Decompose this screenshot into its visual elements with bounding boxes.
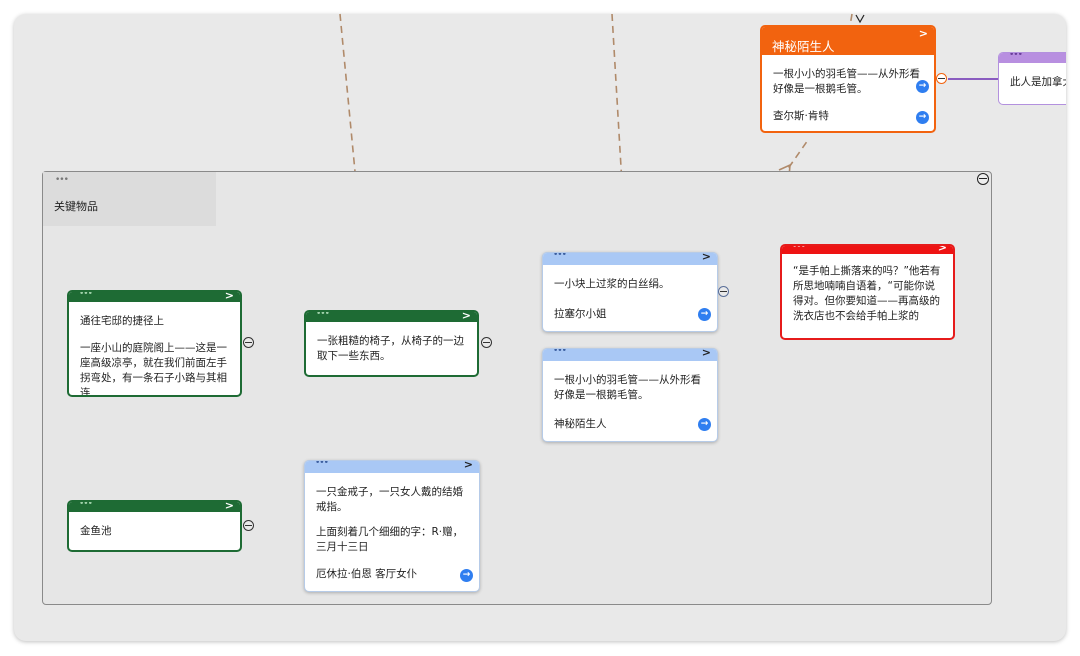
go-arrow-icon[interactable]: → — [460, 569, 473, 582]
card-menu-icon[interactable]: ••• — [553, 349, 567, 356]
card-silk[interactable]: ••• > 一小块上过浆的白丝绢。 拉塞尔小姐 → — [542, 252, 718, 332]
card-text: 一小块上过浆的白丝绢。 — [554, 278, 670, 290]
card-header: ••• > — [306, 312, 477, 322]
card-stranger[interactable]: 神秘陌生人 > 一根小小的羽毛管——从外形看好像是一根鹅毛管。 → 查尔斯·肯特… — [760, 25, 936, 133]
chevron-right-icon[interactable]: > — [702, 349, 711, 359]
card-reference[interactable]: 厄休拉·伯恩 客厅女仆 — [316, 566, 417, 581]
go-arrow-icon[interactable]: → — [698, 418, 711, 431]
chevron-right-icon[interactable]: > — [919, 27, 928, 40]
chevron-right-icon[interactable]: > — [225, 292, 234, 302]
group-menu-icon[interactable]: ••• — [55, 175, 69, 185]
go-arrow-icon[interactable]: → — [698, 308, 711, 321]
go-arrow-icon[interactable]: → — [916, 80, 929, 93]
chevron-right-icon[interactable]: > — [938, 246, 947, 254]
card-shortcut[interactable]: ••• > 通往宅邸的捷径上 一座小山的庭院阁上——这是一座高级凉亭，就在我们前… — [67, 290, 242, 397]
port-collapse-icon[interactable] — [243, 337, 254, 348]
card-menu-icon[interactable]: ••• — [792, 246, 806, 252]
card-menu-icon[interactable]: ••• — [553, 253, 567, 260]
port-collapse-icon[interactable] — [718, 286, 729, 297]
card-menu-icon[interactable]: ••• — [1009, 53, 1023, 60]
card-text: 通往宅邸的捷径上 — [80, 315, 164, 327]
port-collapse-icon[interactable] — [481, 337, 492, 348]
card-reference[interactable]: 查尔斯·肯特 — [773, 108, 829, 123]
card-text: 一根小小的羽毛管——从外形看好像是一根鹅毛管。 — [554, 374, 701, 401]
card-text: 此人是加拿大 — [1010, 76, 1066, 88]
card-title: 神秘陌生人 — [772, 39, 835, 54]
card-header: ••• > — [69, 292, 240, 302]
chevron-right-icon[interactable]: > — [702, 253, 711, 263]
port-collapse-icon[interactable] — [936, 73, 947, 84]
card-menu-icon[interactable]: ••• — [79, 502, 93, 509]
port-collapse-icon[interactable] — [243, 520, 254, 531]
card-canada[interactable]: ••• 此人是加拿大 — [998, 52, 1066, 105]
card-ring[interactable]: ••• > 一只金戒子，一只女人戴的结婚戒指。 上面刻着几个细细的字：R·赠，三… — [304, 460, 480, 592]
card-header: ••• > — [69, 502, 240, 512]
card-reference[interactable]: 神秘陌生人 — [554, 416, 607, 431]
card-quote[interactable]: ••• > “是手帕上撕落来的吗？”他若有所思地喃喃自语着，“可能你说得对。但你… — [780, 244, 955, 340]
card-chair[interactable]: ••• > 一张粗糙的椅子，从椅子的一边取下一些东西。 — [304, 310, 479, 377]
card-header: ••• > — [782, 246, 953, 254]
card-pond[interactable]: ••• > 金鱼池 — [67, 500, 242, 552]
card-header: ••• — [999, 53, 1066, 63]
card-menu-icon[interactable]: ••• — [316, 312, 330, 319]
card-text: 一张粗糙的椅子，从椅子的一边取下一些东西。 — [317, 335, 464, 362]
go-arrow-icon[interactable]: → — [916, 111, 929, 124]
card-header: ••• > — [543, 349, 717, 361]
card-header: ••• > — [305, 461, 479, 473]
card-menu-icon[interactable]: ••• — [79, 292, 93, 299]
card-text: “是手帕上撕落来的吗？”他若有所思地喃喃自语着，“可能你说得对。但你要知道——再… — [793, 265, 941, 322]
card-text: 一根小小的羽毛管——从外形看好像是一根鹅毛管。 — [773, 68, 920, 95]
card-header: 神秘陌生人 > — [762, 27, 934, 55]
group-collapse-icon[interactable] — [977, 173, 989, 185]
card-feather[interactable]: ••• > 一根小小的羽毛管——从外形看好像是一根鹅毛管。 神秘陌生人 → — [542, 348, 718, 442]
card-reference[interactable]: 拉塞尔小姐 — [554, 306, 607, 321]
group-title: 关键物品 — [54, 200, 98, 213]
card-text: 一座小山的庭院阁上——这是一座高级凉亭，就在我们前面左手拐弯处，有一条石子小路与… — [80, 342, 227, 397]
chevron-right-icon[interactable]: > — [462, 312, 471, 322]
chevron-right-icon[interactable]: > — [225, 502, 234, 512]
card-header: ••• > — [543, 253, 717, 265]
card-text: 一只金戒子，一只女人戴的结婚戒指。 — [316, 486, 463, 513]
chevron-right-icon[interactable]: > — [464, 461, 473, 471]
card-menu-icon[interactable]: ••• — [315, 461, 329, 468]
card-text: 金鱼池 — [80, 525, 112, 537]
group-tab[interactable]: ••• 关键物品 — [43, 172, 216, 226]
card-text: 上面刻着几个细细的字：R·赠，三月十三日 — [316, 526, 464, 553]
